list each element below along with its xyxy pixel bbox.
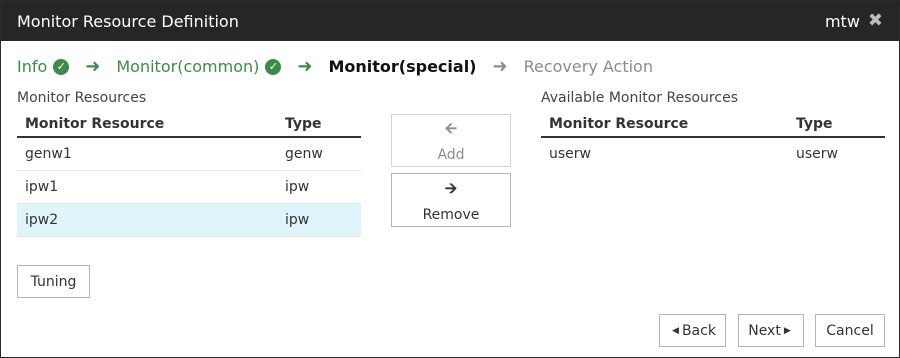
column-header: Type [788,111,885,138]
add-button[interactable]: 🡨 Add [391,114,511,167]
resource-type: genw [277,137,361,171]
resource-name: genw1 [17,137,277,171]
resource-name: ipw1 [17,170,277,204]
monitor-resource-dialog: Monitor Resource Definition mtw ✖ Info ✓… [0,0,900,358]
column-header: Monitor Resource [17,111,277,138]
resource-type: userw [796,146,838,162]
check-icon: ✓ [265,58,282,75]
table-row-selected[interactable]: ipw2 ipw [17,203,361,237]
table-row[interactable]: userw userw [541,137,885,170]
wizard-steps: Info ✓ ➜ Monitor(common) ✓ ➜ Monitor(spe… [17,56,653,77]
table-row[interactable]: ipw1 ipw [17,170,361,204]
tuning-button[interactable]: Tuning [17,265,90,298]
step-recovery-action: Recovery Action [523,57,653,76]
resource-type: ipw [277,203,361,237]
monitor-resources-table: Monitor Resource Type genw1 genw ipw1 ip… [17,111,361,237]
column-header: Monitor Resource [541,111,788,138]
step-monitor-common[interactable]: Monitor(common) ✓ [116,57,282,76]
arrow-right-icon: 🡪 [444,178,458,197]
next-button[interactable]: Next ▶ [738,314,804,347]
arrow-right-icon: ➜ [297,56,313,77]
resource-name: userw [549,146,591,162]
available-resources-heading: Available Monitor Resources [541,90,738,106]
step-info[interactable]: Info ✓ [17,57,70,76]
remove-button[interactable]: 🡪 Remove [391,173,511,227]
column-header: Type [277,111,361,138]
user-label: mtw [824,11,860,31]
table-row[interactable]: genw1 genw [17,137,361,171]
cancel-button[interactable]: Cancel [815,314,885,347]
available-resources-table: Monitor Resource Type userw userw [541,111,885,170]
caret-left-icon: ◀ [672,325,679,336]
resource-type: ipw [277,170,361,204]
caret-right-icon: ▶ [783,325,791,336]
check-icon: ✓ [53,58,70,75]
monitor-resources-heading: Monitor Resources [17,90,147,106]
arrow-right-icon: ➜ [85,56,101,77]
resource-name: ipw2 [17,203,277,237]
dialog-title: Monitor Resource Definition [17,11,239,31]
arrow-right-icon: ➜ [492,56,508,77]
back-button[interactable]: ◀ Back [659,314,726,347]
close-icon[interactable]: ✖ [868,12,883,30]
title-bar: Monitor Resource Definition mtw ✖ [1,1,899,41]
arrow-left-icon: 🡨 [444,119,458,137]
step-monitor-special: Monitor(special) [328,57,477,76]
